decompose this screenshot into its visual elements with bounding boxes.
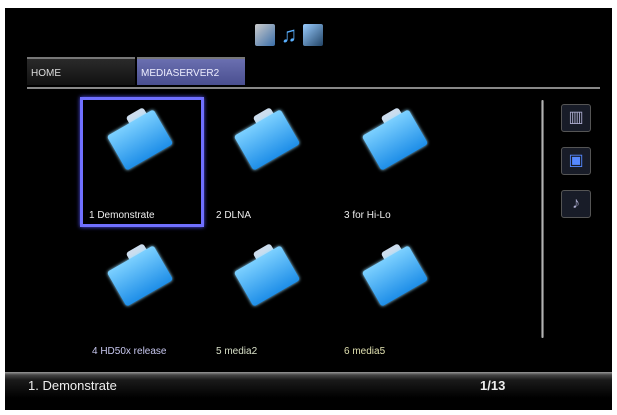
music-view-icon[interactable]: ♪ — [561, 190, 591, 218]
media-browser-screen: ♫ HOME MEDIASERVER2 1 Demonstrate 2 DLNA… — [5, 8, 612, 410]
folder-icon — [361, 243, 429, 307]
folder-item[interactable]: 1 Demonstrate — [83, 100, 203, 230]
folder-icon — [233, 243, 301, 307]
folder-item[interactable]: 6 media5 — [338, 236, 458, 366]
folder-label: 3 for Hi-Lo — [344, 210, 391, 221]
media-type-icons: ♫ — [255, 24, 323, 46]
video-icon[interactable] — [303, 24, 323, 46]
music-icon[interactable]: ♫ — [279, 24, 299, 46]
folder-icon — [106, 107, 174, 171]
tab-mediaserver2[interactable]: MEDIASERVER2 — [137, 57, 245, 85]
folder-item[interactable]: 3 for Hi-Lo — [338, 100, 458, 230]
folder-label: 6 media5 — [344, 346, 386, 357]
folder-label: 1 Demonstrate — [89, 210, 155, 221]
selected-item-name: 1. Demonstrate — [28, 378, 117, 393]
folder-label: 4 HD50x release — [92, 346, 167, 357]
folder-icon — [106, 243, 174, 307]
scrollbar[interactable] — [541, 100, 544, 338]
folder-item[interactable]: 4 HD50x release — [83, 236, 203, 366]
folder-icon — [361, 107, 429, 171]
grid-view-icon[interactable]: ▥ — [561, 104, 591, 132]
tab-home[interactable]: HOME — [27, 57, 135, 85]
folder-icon — [233, 107, 301, 171]
folder-label: 2 DLNA — [216, 210, 252, 221]
folder-item[interactable]: 2 DLNA — [210, 100, 330, 230]
divider — [27, 87, 600, 89]
photo-icon[interactable] — [255, 24, 275, 46]
photo-view-icon[interactable]: ▣ — [561, 147, 591, 175]
folder-item[interactable]: 5 media2 — [210, 236, 330, 366]
page-indicator: 1/13 — [480, 378, 506, 393]
folder-label: 5 media2 — [216, 346, 258, 357]
